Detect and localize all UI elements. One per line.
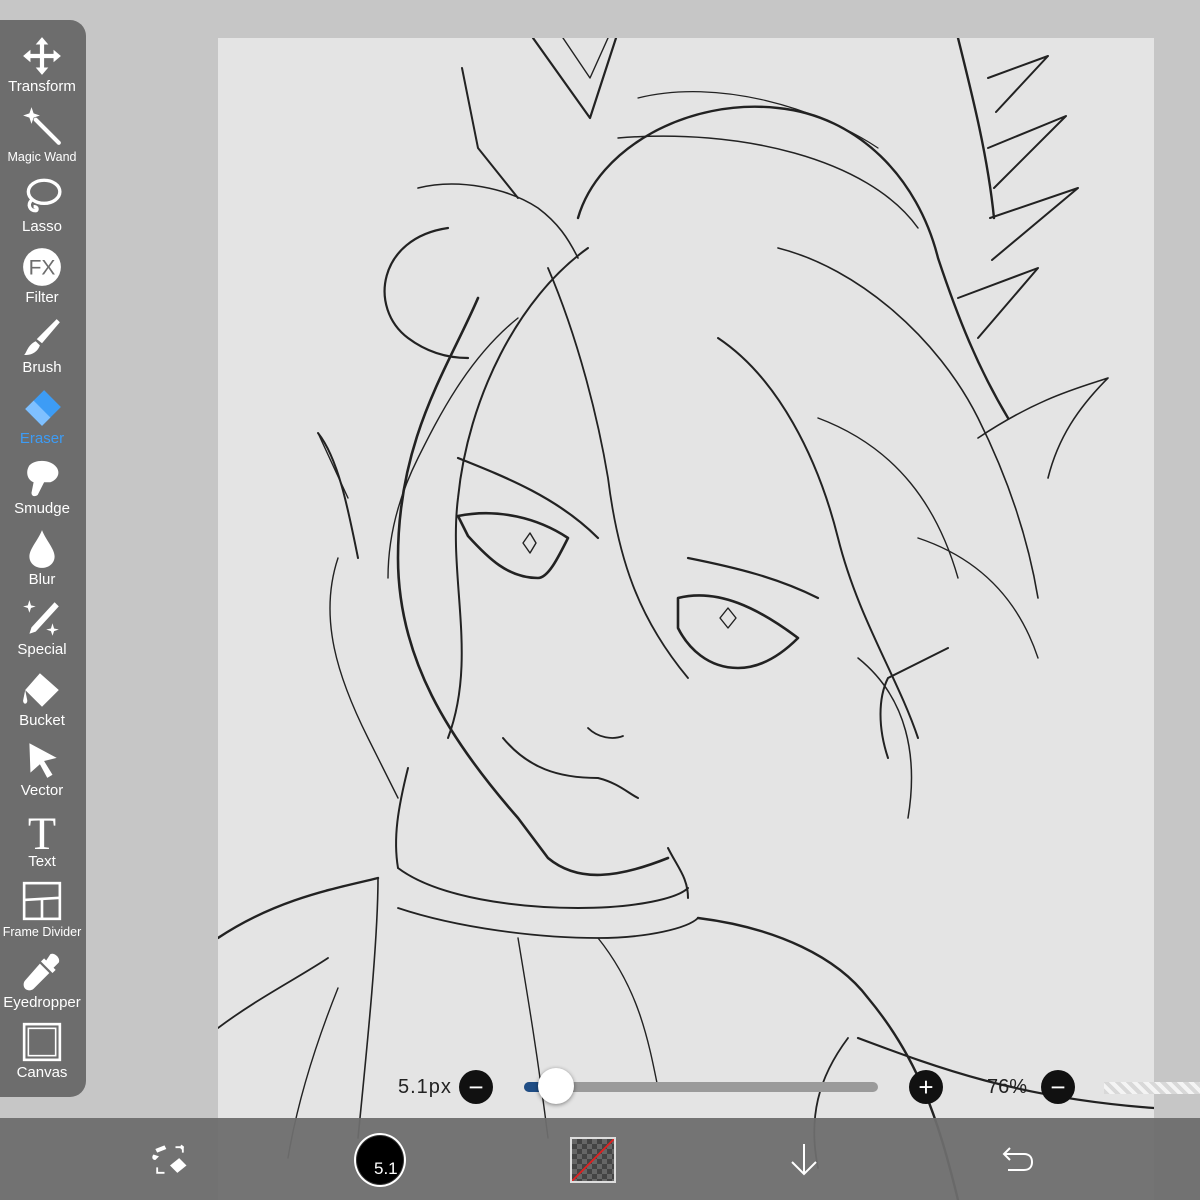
tool-label: Eraser xyxy=(19,430,65,447)
drop-icon xyxy=(19,527,65,571)
text-t-icon: T xyxy=(19,809,65,853)
brush-preview-button[interactable]: 5.1 xyxy=(354,1133,406,1187)
tool-special[interactable]: Special xyxy=(0,597,84,667)
eraser-icon xyxy=(19,386,65,430)
move-arrows-icon xyxy=(19,34,65,78)
tool-text[interactable]: T Text xyxy=(0,809,84,879)
undo-button[interactable] xyxy=(990,1134,1042,1186)
tool-sidebar: Transform Magic Wand Lasso FX Filter Bru… xyxy=(0,20,86,1097)
tool-transform[interactable]: Transform xyxy=(0,34,84,104)
tool-vector[interactable]: Vector xyxy=(0,738,84,808)
tool-label: Eyedropper xyxy=(3,994,81,1011)
brush-size-badge: 5.1 xyxy=(374,1159,398,1178)
tool-lasso[interactable]: Lasso xyxy=(0,174,84,244)
tool-brush[interactable]: Brush xyxy=(0,315,84,385)
tool-filter[interactable]: FX Filter xyxy=(0,245,84,315)
color-picker-button[interactable] xyxy=(567,1134,619,1186)
brush-icon xyxy=(19,315,65,359)
minus-icon: − xyxy=(468,1072,484,1102)
tool-label: Transform xyxy=(8,78,76,95)
bottom-toolbar: 5.1 xyxy=(0,1118,1200,1200)
lasso-icon xyxy=(19,174,65,218)
tool-label: Blur xyxy=(28,571,56,588)
size-increase-button[interactable]: + xyxy=(909,1070,943,1104)
slider-thumb[interactable] xyxy=(537,1068,574,1104)
smudge-finger-icon xyxy=(19,456,65,500)
eyedropper-icon xyxy=(19,950,65,994)
tool-label: Bucket xyxy=(19,712,65,729)
size-decrease-button[interactable]: − xyxy=(459,1070,493,1104)
svg-text:FX: FX xyxy=(29,256,56,279)
tool-bucket[interactable]: Bucket xyxy=(0,668,84,738)
magic-wand-icon xyxy=(19,104,65,148)
canvas-square-icon xyxy=(19,1020,65,1064)
line-art-sketch xyxy=(218,38,1154,1200)
plus-icon: + xyxy=(918,1072,934,1102)
zoom-value: 76% xyxy=(987,1076,1028,1098)
tool-magic-wand[interactable]: Magic Wand xyxy=(0,104,84,174)
brush-size-row: 5.1px − + 76% − xyxy=(0,1066,1200,1110)
tool-blur[interactable]: Blur xyxy=(0,527,84,597)
brush-size-slider[interactable] xyxy=(524,1082,878,1092)
tool-label: Text xyxy=(28,853,56,870)
minus-icon: − xyxy=(1050,1072,1066,1102)
tool-eyedropper[interactable]: Eyedropper xyxy=(0,950,84,1020)
tool-label: Smudge xyxy=(14,500,70,517)
brush-size-value: 5.1px xyxy=(398,1076,452,1098)
tool-eraser[interactable]: Eraser xyxy=(0,386,84,456)
tool-label: Lasso xyxy=(21,218,63,235)
tool-frame-divider[interactable]: Frame Divider xyxy=(0,879,84,949)
tool-label: Special xyxy=(17,641,67,658)
swap-brush-eraser-button[interactable] xyxy=(144,1134,196,1186)
tool-label: Frame Divider xyxy=(2,925,82,939)
swap-brush-eraser-icon xyxy=(152,1144,187,1174)
cursor-arrow-icon xyxy=(19,738,65,782)
down-arrow-icon xyxy=(791,1144,817,1176)
tool-smudge[interactable]: Smudge xyxy=(0,456,84,526)
sparkle-pen-icon xyxy=(19,597,65,641)
fx-filter-icon: FX xyxy=(19,245,65,289)
color-swatch-icon xyxy=(570,1137,616,1183)
tool-label: Filter xyxy=(25,289,59,306)
opacity-strip[interactable] xyxy=(1104,1082,1200,1094)
layer-down-button[interactable] xyxy=(778,1134,830,1186)
tool-label: Magic Wand xyxy=(7,150,77,164)
bucket-icon xyxy=(19,668,65,712)
drawing-canvas[interactable] xyxy=(218,38,1154,1200)
brush-preview-icon: 5.1 xyxy=(354,1133,406,1187)
zoom-decrease-button[interactable]: − xyxy=(1041,1070,1075,1104)
svg-text:T: T xyxy=(28,810,56,852)
tool-label: Vector xyxy=(20,782,64,799)
undo-icon xyxy=(1002,1147,1034,1171)
tool-label: Brush xyxy=(22,359,62,376)
frame-divider-icon xyxy=(19,879,65,923)
